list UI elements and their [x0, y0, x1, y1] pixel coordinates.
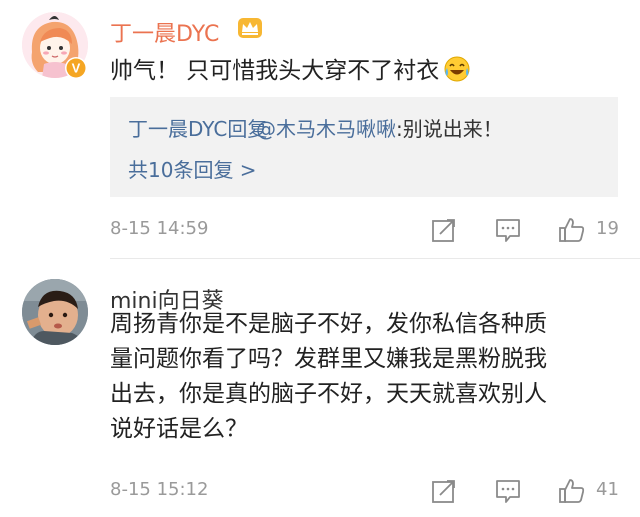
comment-text-line: 出去，你是真的脑子不好，天天就喜欢别人	[110, 381, 547, 407]
svg-text:V: V	[72, 61, 81, 76]
thumbs-up-icon[interactable]	[558, 477, 586, 505]
thumbs-up-icon[interactable]	[558, 216, 586, 244]
comment-icon[interactable]	[494, 477, 522, 505]
share-icon[interactable]	[430, 216, 458, 244]
comment-author[interactable]: 丁一晨DYC	[110, 16, 219, 48]
comment-text-line: 说好话是么？	[110, 416, 248, 442]
comment-timestamp: 8-15 14:59	[110, 218, 209, 239]
view-all-replies-link[interactable]: 共10条回复 >	[128, 154, 257, 183]
comment-item: mini向日葵 周扬青你是不是脑子不好，发你私信各种质 量问题你看了吗？发群里又…	[0, 259, 640, 517]
reply-text-content: :别说出来！	[396, 117, 503, 141]
comment-timestamp: 8-15 15:12	[110, 479, 209, 500]
comment-footer: 8-15 15:12 41	[110, 477, 620, 507]
reply-mention[interactable]: @木马木马啾啾	[256, 117, 396, 141]
like-count: 41	[596, 479, 619, 500]
avatar[interactable]	[22, 279, 88, 345]
reply-preview[interactable]: 丁一晨DYC回复 @木马木马啾啾:别说出来！ 共10条回复 >	[110, 97, 618, 197]
comment-text-content: 帅气！ 只可惜我头大穿不了衬衣	[110, 58, 440, 84]
crown-icon	[238, 18, 262, 38]
like-count: 19	[596, 218, 619, 239]
comment-icon[interactable]	[494, 216, 522, 244]
comment-text-line: 量问题你看了吗？发群里又嫌我是黑粉脱我	[110, 346, 547, 372]
comment-item: V 丁一晨DYC 帅气！ 只可惜我头大穿不了衬衣 丁一晨DYC回复 @木马木马啾…	[0, 0, 640, 258]
reply-author[interactable]: 丁一晨DYC回复	[128, 113, 267, 142]
laugh-cry-emoji-icon	[444, 56, 470, 82]
verified-badge-icon: V	[65, 57, 87, 79]
comment-text: 帅气！ 只可惜我头大穿不了衬衣	[110, 54, 471, 89]
reply-text: @木马木马啾啾:别说出来！	[256, 113, 503, 142]
comment-text-line: 周扬青你是不是脑子不好，发你私信各种质	[110, 311, 547, 337]
share-icon[interactable]	[430, 477, 458, 505]
comment-footer: 8-15 14:59 19	[110, 216, 620, 246]
comment-text: 周扬青你是不是脑子不好，发你私信各种质 量问题你看了吗？发群里又嫌我是黑粉脱我 …	[110, 307, 610, 447]
